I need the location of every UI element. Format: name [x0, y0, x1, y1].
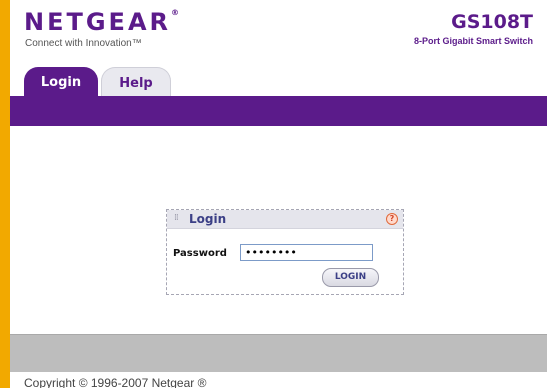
tab-login[interactable]: Login — [24, 67, 98, 98]
logo-registered-mark: ® — [171, 8, 179, 17]
drag-grip-icon: ⁞⁞ — [174, 213, 179, 223]
model-description: 8-Port Gigabit Smart Switch — [413, 36, 533, 46]
footer-bar — [10, 334, 547, 372]
nav-bar — [10, 96, 547, 126]
tagline: Connect with Innovation™ — [25, 38, 142, 49]
password-field[interactable]: •••••••• — [240, 244, 373, 261]
netgear-logo: NETGEAR® — [24, 8, 179, 36]
page-frame: NETGEAR® Connect with Innovation™ GS108T… — [10, 0, 547, 388]
model-name: GS108T — [451, 11, 533, 33]
login-panel-header: ⁞⁞ Login ? — [167, 210, 403, 229]
login-button[interactable]: LOGIN — [322, 268, 379, 287]
logo-text: NETGEAR — [24, 8, 171, 36]
tab-help[interactable]: Help — [101, 67, 171, 98]
copyright-text: Copyright © 1996-2007 Netgear ® — [24, 376, 207, 388]
header: NETGEAR® Connect with Innovation™ GS108T… — [10, 0, 547, 98]
password-label: Password — [173, 248, 227, 259]
help-icon[interactable]: ? — [386, 213, 398, 225]
main-content: ⁞⁞ Login ? Password •••••••• LOGIN — [10, 126, 547, 334]
login-panel: ⁞⁞ Login ? Password •••••••• LOGIN — [166, 209, 404, 295]
login-panel-title: Login — [189, 212, 227, 226]
